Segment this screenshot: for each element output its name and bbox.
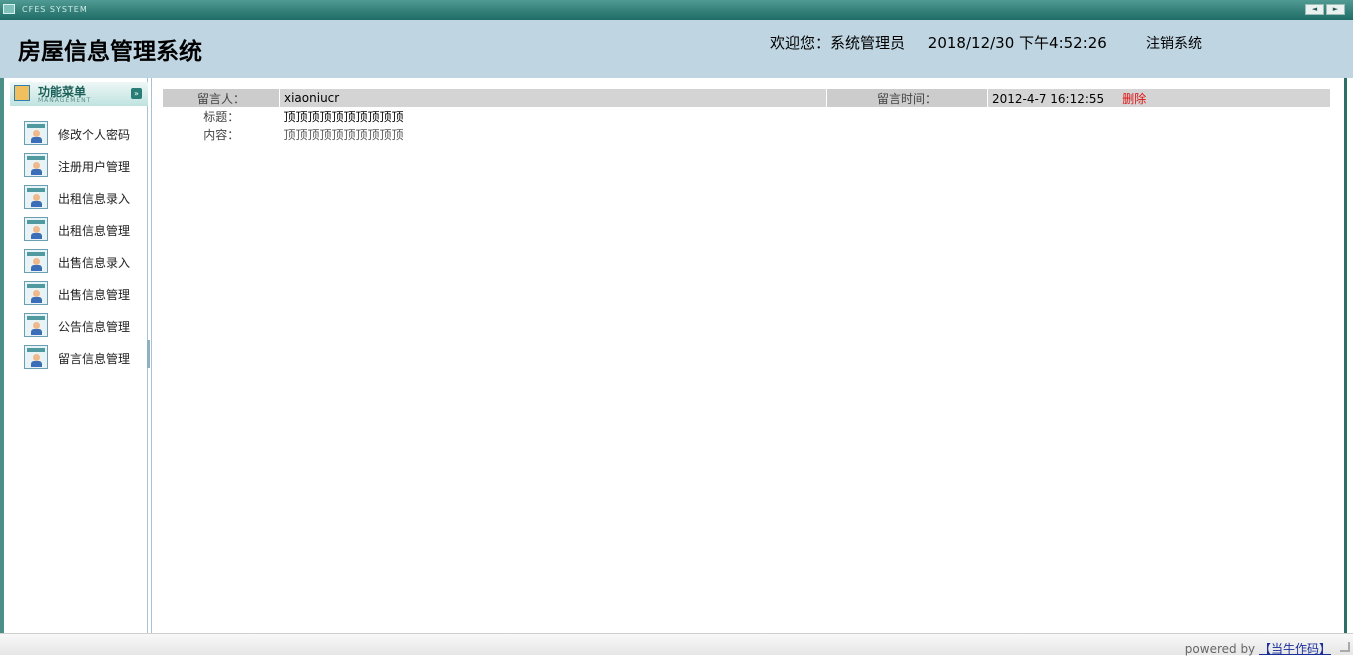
content-value: 顶顶顶顶顶顶顶顶顶顶 [283, 127, 404, 142]
author-label: 留言人： [163, 89, 280, 107]
page-footer: powered by 【当牛作码】 [0, 633, 1353, 657]
logout-link[interactable]: 注销系统 [1146, 33, 1202, 53]
time-value: 2012-4-7 16:12:55 [992, 91, 1105, 106]
sidebar-item-sale-entry[interactable]: 出售信息录入 [24, 249, 146, 273]
system-icon [3, 4, 15, 14]
user-card-icon [24, 185, 48, 209]
user-welcome: 欢迎您：系统管理员 2018/12/30 下午4:52:26 [770, 32, 1125, 53]
user-card-icon [24, 217, 48, 241]
delete-link[interactable]: 删除 [1122, 92, 1146, 106]
right-border [1342, 78, 1353, 633]
sidebar-item-rental-management[interactable]: 出租信息管理 [24, 217, 146, 241]
page-header: 房屋信息管理系统 欢迎您：系统管理员 2018/12/30 下午4:52:26 … [0, 20, 1353, 78]
sidebar-item-label: 出租信息管理 [58, 224, 131, 238]
menu-collapse-icon[interactable]: » [131, 88, 142, 99]
user-card-icon [24, 121, 48, 145]
user-card-icon [24, 281, 48, 305]
window-titlebar: CFES SYSTEM ◄ ► [0, 0, 1353, 20]
table-row: 内容： 顶顶顶顶顶顶顶顶顶顶 [163, 125, 1330, 143]
system-title: CFES SYSTEM [22, 5, 88, 14]
main-content: 留言人： xiaoniucr 留言时间： 2012-4-7 16:12:55 删除… [151, 78, 1342, 633]
sidebar-item-label: 出售信息管理 [58, 288, 131, 302]
sidebar-item-notice-management[interactable]: 公告信息管理 [24, 313, 146, 337]
sidebar-item-label: 出租信息录入 [58, 192, 131, 206]
sidebar-item-sale-management[interactable]: 出售信息管理 [24, 281, 146, 305]
menu-subtitle: MANAGEMENT [38, 97, 92, 104]
app-title: 房屋信息管理系统 [18, 39, 202, 65]
nav-next-button[interactable]: ► [1326, 4, 1345, 15]
user-card-icon [24, 313, 48, 337]
subject-value: 顶顶顶顶顶顶顶顶顶顶 [283, 109, 404, 124]
sidebar-item-user-management[interactable]: 注册用户管理 [24, 153, 146, 177]
sidebar-item-label: 公告信息管理 [58, 320, 131, 334]
sidebar-item-rental-entry[interactable]: 出租信息录入 [24, 185, 146, 209]
sidebar-item-message-management[interactable]: 留言信息管理 [24, 345, 146, 369]
subject-label: 标题： [203, 109, 240, 124]
sidebar-menu: 功能菜单 MANAGEMENT » 修改个人密码 注册用户管理 出租信息录入 出… [0, 78, 148, 633]
author-value: xiaoniucr [279, 89, 827, 107]
table-row: 留言人： xiaoniucr 留言时间： 2012-4-7 16:12:55 删除 [163, 89, 1330, 107]
message-detail-table: 留言人： xiaoniucr 留言时间： 2012-4-7 16:12:55 删除… [163, 89, 1330, 143]
sidebar-item-label: 出售信息录入 [58, 256, 131, 270]
resize-grip-icon[interactable] [1340, 642, 1350, 652]
table-row: 标题： 顶顶顶顶顶顶顶顶顶顶 [163, 107, 1330, 125]
time-label: 留言时间： [826, 89, 988, 107]
sidebar-item-change-password[interactable]: 修改个人密码 [24, 121, 146, 145]
author-link[interactable]: 【当牛作码】 [1259, 642, 1331, 656]
menu-icon [14, 85, 30, 101]
sidebar-item-label: 注册用户管理 [58, 160, 131, 174]
powered-text: powered by [1184, 642, 1259, 656]
time-cell: 2012-4-7 16:12:55 删除 [987, 89, 1330, 107]
user-card-icon [24, 345, 48, 369]
sidebar-item-label: 留言信息管理 [58, 352, 131, 366]
welcome-text: 欢迎您：系统管理员 [770, 34, 906, 52]
user-card-icon [24, 153, 48, 177]
menu-header: 功能菜单 MANAGEMENT » [10, 82, 148, 106]
sidebar-item-label: 修改个人密码 [58, 128, 131, 142]
user-card-icon [24, 249, 48, 273]
powered-by: powered by 【当牛作码】 [1185, 640, 1331, 657]
current-datetime: 2018/12/30 下午4:52:26 [927, 34, 1107, 52]
sidebar-splitter-handle[interactable] [147, 340, 150, 368]
content-label: 内容： [203, 127, 240, 142]
nav-prev-button[interactable]: ◄ [1305, 4, 1324, 15]
